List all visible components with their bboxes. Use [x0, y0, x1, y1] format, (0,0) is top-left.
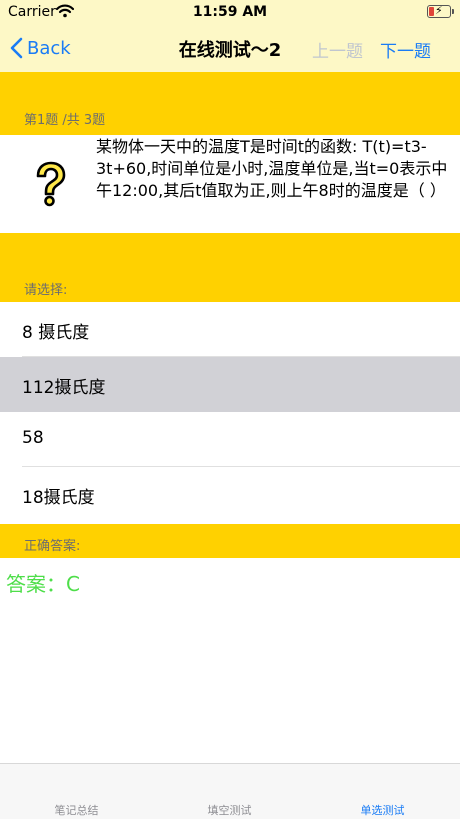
question-text: 某物体一天中的温度T是时间t的函数: T(t)=t3-3t+60,时间单位是小时…: [96, 137, 448, 200]
option-row[interactable]: 112摄氏度: [0, 357, 460, 412]
back-button[interactable]: Back: [10, 34, 71, 62]
answer-band: 正确答案:: [0, 524, 460, 558]
next-question-button[interactable]: 下一题: [380, 37, 431, 62]
question-mark-icon: [36, 161, 66, 207]
answer-text: 答案：C: [6, 572, 80, 596]
option-row[interactable]: 8 摄氏度: [0, 302, 460, 357]
option-row[interactable]: 58: [0, 412, 460, 467]
tab-notes-summary[interactable]: 笔记总结: [0, 802, 153, 818]
tab-bar: 笔记总结 填空测试 单选测试: [0, 763, 460, 819]
navigation-bar: Back 在线测试～2 上一题 下一题: [0, 24, 460, 72]
status-time: 11:59 AM: [192, 4, 268, 20]
question-counter-band: 第1题 /共 3题: [0, 72, 460, 135]
tab-fill-in-test[interactable]: 填空测试: [153, 802, 306, 818]
back-label: Back: [27, 37, 71, 59]
choices-band: 请选择:: [0, 233, 460, 302]
answer-label: 正确答案:: [24, 539, 81, 554]
option-label: 58: [22, 428, 44, 448]
choices-label: 请选择:: [24, 283, 68, 298]
option-label: 8 摄氏度: [22, 323, 90, 343]
option-row[interactable]: 18摄氏度: [0, 467, 460, 522]
chevron-left-icon: [10, 37, 23, 59]
option-label: 18摄氏度: [22, 488, 95, 508]
battery-icon: ⚡: [427, 4, 454, 18]
option-label: 112摄氏度: [22, 378, 106, 398]
question-row: 某物体一天中的温度T是时间t的函数: T(t)=t3-3t+60,时间单位是小时…: [0, 135, 460, 233]
status-bar: Carrier 11:59 AM ⚡: [0, 0, 460, 24]
page-title: 在线测试～2: [178, 40, 282, 61]
question-counter: 第1题 /共 3题: [24, 113, 106, 128]
tab-single-choice-test[interactable]: 单选测试: [306, 802, 459, 818]
previous-question-button[interactable]: 上一题: [312, 37, 363, 62]
